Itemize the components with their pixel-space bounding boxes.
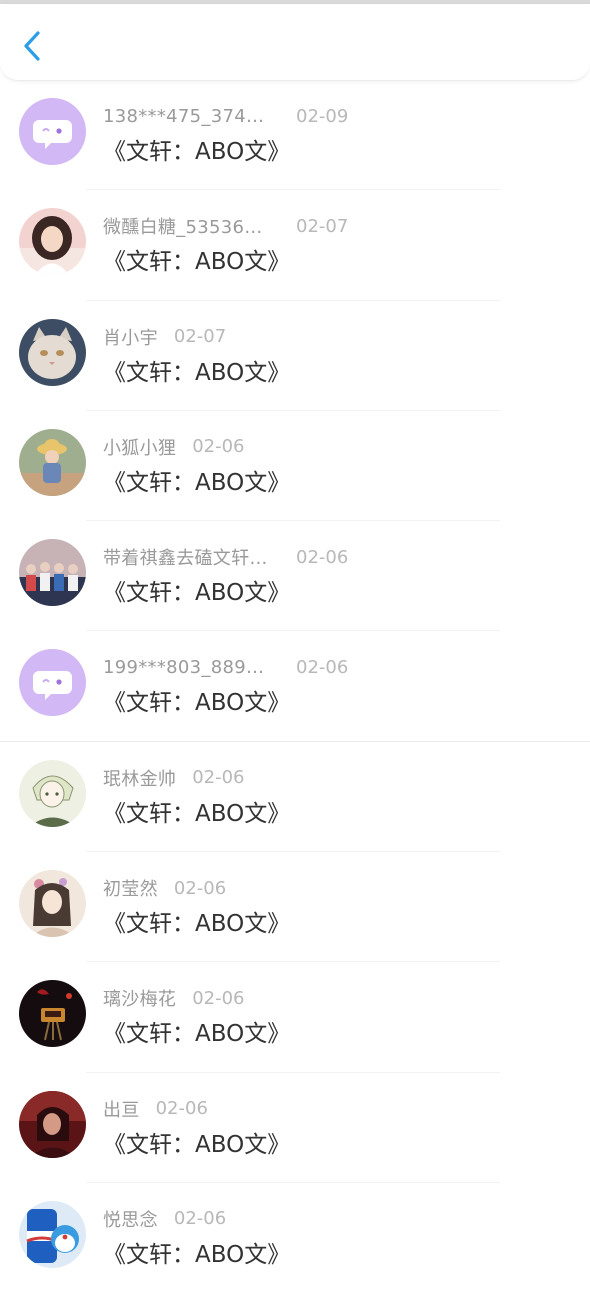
work-title: 《文轩：ABO文》 <box>103 249 291 276</box>
user-name: 初莹然 <box>103 879 158 901</box>
date: 02-06 <box>296 656 349 678</box>
cat-photo-avatar <box>19 318 86 386</box>
user-name: 悦思念 <box>103 1209 158 1231</box>
meta-row: 微醺白糖_53536… 02-07 <box>103 212 348 240</box>
work-title: 《文轩：ABO文》 <box>103 580 291 607</box>
work-title: 《文轩：ABO文》 <box>103 690 291 717</box>
user-name: 小狐小狸 <box>103 437 177 459</box>
dark-red-avatar <box>19 980 86 1048</box>
work-title: 《文轩：ABO文》 <box>103 359 291 386</box>
date: 02-06 <box>155 1098 208 1120</box>
date: 02-06 <box>173 1208 227 1230</box>
work-title: 《文轩：ABO文》 <box>103 1131 291 1158</box>
avatar[interactable] <box>19 1200 86 1268</box>
list-item[interactable]: 微醺白糖_53536… 02-07 《文轩：ABO文》 <box>0 190 590 301</box>
avatar[interactable] <box>19 1090 86 1158</box>
user-name: 珉林金帅 <box>103 768 177 790</box>
list-item[interactable]: 初莹然 02-06 《文轩：ABO文》 <box>0 852 590 963</box>
meta-row: 初莹然 02-06 <box>103 874 226 902</box>
user-name: 肖小宇 <box>103 327 158 349</box>
avatar[interactable] <box>19 870 86 938</box>
list-item[interactable]: 肖小宇 02-07 《文轩：ABO文》 <box>0 301 590 411</box>
work-title: 《文轩：ABO文》 <box>103 469 291 496</box>
meta-row: 138***475_3746… 02-09 <box>103 102 348 130</box>
list-item[interactable]: 199***803_8894… 02-06 《文轩：ABO文》 <box>0 631 590 742</box>
work-title: 《文轩：ABO文》 <box>103 1021 291 1048</box>
avatar[interactable] <box>19 759 86 827</box>
work-title: 《文轩：ABO文》 <box>103 911 291 938</box>
list-item[interactable]: 璃沙梅花 02-06 《文轩：ABO文》 <box>0 962 590 1073</box>
top-bar <box>0 4 590 81</box>
work-title: 《文轩：ABO文》 <box>103 1241 291 1268</box>
list-item[interactable]: 138***475_3746… 02-09 《文轩：ABO文》 <box>0 80 590 191</box>
girl-photo-avatar <box>19 208 86 276</box>
message-list: 138***475_3746… 02-09 《文轩：ABO文》 微醺白糖_535… <box>0 80 590 1293</box>
user-name: 璃沙梅花 <box>103 989 177 1011</box>
child-hat-photo-avatar <box>19 428 86 496</box>
avatar[interactable] <box>19 318 86 386</box>
work-title: 《文轩：ABO文》 <box>103 800 291 827</box>
meta-row: 小狐小狸 02-06 <box>103 433 245 461</box>
chevron-left-icon <box>24 31 40 61</box>
list-item[interactable]: 悦思念 02-06 《文轩：ABO文》 <box>0 1183 590 1293</box>
meta-row: 珉林金帅 02-06 <box>103 764 245 792</box>
avatar[interactable] <box>19 649 86 717</box>
date: 02-06 <box>192 767 245 789</box>
default-chat-avatar-icon <box>19 98 86 165</box>
ancient-girl-avatar <box>19 870 86 938</box>
date: 02-06 <box>173 877 227 899</box>
date: 02-09 <box>296 105 349 127</box>
list-item[interactable]: 小狐小狸 02-06 《文轩：ABO文》 <box>0 411 590 522</box>
avatar[interactable] <box>19 980 86 1048</box>
list-item[interactable]: 出亘 02-06 《文轩：ABO文》 <box>0 1073 590 1183</box>
list-item[interactable]: 带着祺鑫去磕文轩… 02-06 《文轩：ABO文》 <box>0 521 590 632</box>
date: 02-07 <box>296 215 349 237</box>
date: 02-07 <box>173 326 227 348</box>
meta-row: 199***803_8894… 02-06 <box>103 653 348 681</box>
doraemon-can-avatar <box>19 1200 86 1268</box>
default-chat-avatar-icon <box>19 649 86 717</box>
meta-row: 出亘 02-06 <box>103 1095 208 1123</box>
work-title: 《文轩：ABO文》 <box>103 139 291 165</box>
meta-row: 带着祺鑫去磕文轩… 02-06 <box>103 543 348 571</box>
meta-row: 璃沙梅花 02-06 <box>103 984 245 1012</box>
avatar[interactable] <box>19 539 86 607</box>
user-name: 138***475_3746… <box>103 105 275 127</box>
avatar[interactable] <box>19 98 86 165</box>
group-photo-avatar <box>19 539 86 607</box>
avatar[interactable] <box>19 208 86 276</box>
meta-row: 肖小宇 02-07 <box>103 323 226 351</box>
anime-boy-avatar <box>19 759 86 827</box>
avatar[interactable] <box>19 428 86 496</box>
list-item[interactable]: 珉林金帅 02-06 《文轩：ABO文》 <box>0 742 590 853</box>
date: 02-06 <box>192 436 245 458</box>
user-name: 出亘 <box>103 1099 140 1121</box>
date: 02-06 <box>192 987 245 1009</box>
back-button[interactable] <box>14 26 50 66</box>
user-name: 微醺白糖_53536… <box>103 217 263 239</box>
user-name: 带着祺鑫去磕文轩… <box>103 548 268 570</box>
date: 02-06 <box>296 546 349 568</box>
user-name: 199***803_8894… <box>103 656 275 678</box>
meta-row: 悦思念 02-06 <box>103 1205 226 1233</box>
red-portrait-avatar <box>19 1090 86 1158</box>
